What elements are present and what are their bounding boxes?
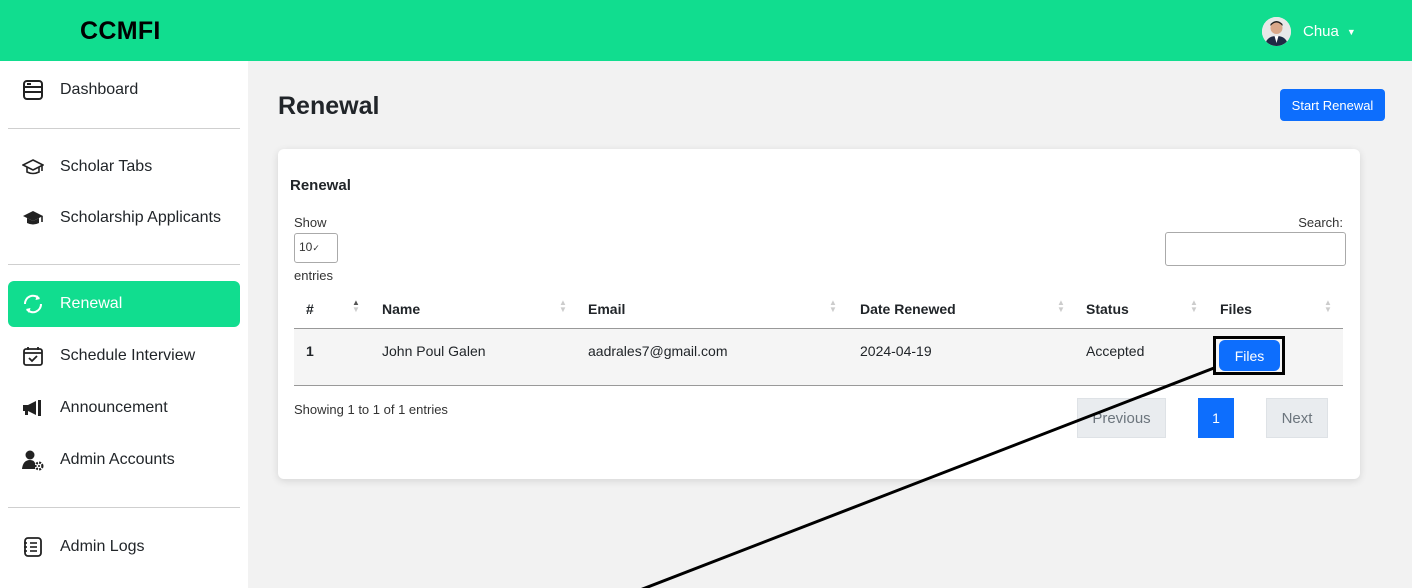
card-title: Renewal (290, 177, 351, 194)
sidebar-item-label: Scholarship Applicants (60, 209, 221, 226)
sidebar-item-scholar-tabs[interactable]: Scholar Tabs (8, 144, 240, 190)
graduation-cap-outline-icon (22, 156, 44, 178)
sort-icon: ▲ ▼ (1057, 298, 1065, 314)
column-header-email[interactable]: Email (588, 301, 625, 317)
sidebar-divider (8, 264, 240, 265)
search-input[interactable] (1165, 232, 1346, 266)
sidebar-item-renewal[interactable]: Renewal (8, 281, 240, 327)
user-gear-icon (22, 449, 44, 471)
pagination-next[interactable]: Next (1266, 398, 1328, 438)
entries-length-value: 10 (299, 240, 313, 254)
column-header-name[interactable]: Name (382, 301, 420, 317)
sidebar-divider (8, 128, 240, 129)
entries-label: entries (294, 268, 334, 283)
entries-length-select[interactable]: 10✓ (294, 233, 338, 263)
page-title: Renewal (278, 92, 380, 120)
cell-date-renewed: 2024-04-19 (860, 343, 932, 359)
sidebar-item-dashboard[interactable]: Dashboard (8, 67, 240, 113)
start-renewal-button[interactable]: Start Renewal (1280, 89, 1385, 121)
sidebar-item-admin-logs[interactable]: Admin Logs (8, 524, 240, 570)
sort-icon: ▲ ▼ (829, 298, 837, 314)
sort-icon: ▲ ▼ (1324, 298, 1332, 314)
sidebar-divider (8, 507, 240, 508)
sort-icon: ▲ ▼ (1190, 298, 1198, 314)
show-label: Show (294, 215, 327, 230)
column-header-number[interactable]: # (306, 301, 314, 317)
highlight-box (1213, 336, 1285, 375)
graduation-cap-icon (22, 207, 44, 229)
table-row: 1 John Poul Galen aadrales7@gmail.com 20… (294, 329, 1343, 386)
user-menu[interactable]: Chua ▼ (1262, 17, 1356, 46)
pagination-previous[interactable]: Previous (1077, 398, 1166, 438)
cell-number: 1 (306, 343, 314, 359)
brand-logo[interactable]: CCMFI (80, 17, 161, 46)
cell-email: aadrales7@gmail.com (588, 343, 728, 359)
renewal-table: # ▲ ▼ Name ▲ ▼ Email ▲ ▼ Date Renewed ▲ ▼ St… (294, 289, 1343, 386)
column-header-files[interactable]: Files (1220, 301, 1252, 317)
sort-icon: ▲ ▼ (352, 298, 360, 314)
refresh-icon (22, 293, 44, 315)
search-label: Search: (1298, 215, 1343, 230)
log-list-icon (22, 536, 44, 558)
cell-name: John Poul Galen (382, 343, 486, 359)
chevron-down-icon: ▼ (1346, 26, 1356, 37)
sidebar-item-admin-accounts[interactable]: Admin Accounts (8, 437, 240, 483)
sidebar-item-label: Renewal (60, 295, 123, 312)
sidebar: Dashboard Scholar Tabs Scholarship Appli… (0, 61, 248, 588)
pagination-page[interactable]: 1 (1198, 398, 1234, 438)
renewal-card: Renewal Show 10✓ entries Search: # ▲ ▼ Na… (278, 149, 1360, 479)
table-header: # ▲ ▼ Name ▲ ▼ Email ▲ ▼ Date Renewed ▲ ▼ St… (294, 289, 1343, 329)
dashboard-icon (22, 79, 44, 101)
sidebar-item-label: Scholar Tabs (60, 158, 153, 175)
user-name: Chua (1303, 23, 1339, 40)
sidebar-item-label: Dashboard (60, 81, 139, 98)
top-navbar: CCMFI Chua ▼ (0, 0, 1412, 61)
calendar-check-icon (22, 345, 44, 367)
column-header-date-renewed[interactable]: Date Renewed (860, 301, 956, 317)
table-info: Showing 1 to 1 of 1 entries (294, 402, 448, 417)
column-header-status[interactable]: Status (1086, 301, 1129, 317)
cell-status: Accepted (1086, 343, 1145, 359)
sidebar-item-scholarship-applicants[interactable]: Scholarship Applicants (8, 195, 240, 241)
sidebar-item-label: Announcement (60, 399, 168, 416)
megaphone-icon (22, 397, 44, 419)
sort-icon: ▲ ▼ (559, 298, 567, 314)
sidebar-item-announcement[interactable]: Announcement (8, 385, 240, 431)
sidebar-item-label: Admin Logs (60, 538, 145, 555)
sidebar-item-label: Admin Accounts (60, 451, 175, 468)
sidebar-item-label: Schedule Interview (60, 347, 196, 364)
sidebar-item-schedule-interview[interactable]: Schedule Interview (8, 333, 240, 379)
chevron-down-icon: ✓ (312, 243, 320, 253)
avatar (1262, 17, 1291, 46)
